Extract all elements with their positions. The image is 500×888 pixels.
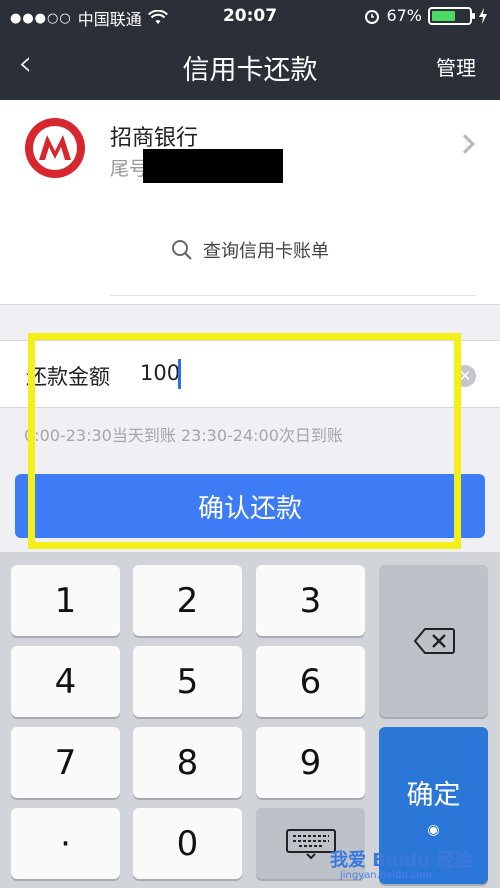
bank-logo-mark [33, 126, 77, 170]
numeric-keyboard: 1 2 3 4 5 6 7 8 9 确定 ◉ · 0 [0, 552, 500, 888]
key-1[interactable]: 1 [11, 565, 120, 636]
query-bill-link[interactable]: 查询信用卡账单 [0, 237, 500, 263]
search-icon [172, 240, 192, 260]
battery-icon [428, 6, 475, 25]
page-title: 信用卡还款 [182, 55, 318, 86]
bank-name[interactable]: 招商银行 [110, 120, 198, 152]
confirm-repay-button[interactable]: 确认还款 [15, 474, 485, 538]
key-6[interactable]: 6 [256, 646, 365, 717]
paw-icon: ◉ [427, 822, 440, 838]
card-number-redaction [143, 149, 283, 183]
key-7[interactable]: 7 [11, 727, 120, 798]
key-3[interactable]: 3 [256, 565, 365, 636]
watermark-logo: 我爱 Baidu 经验 [330, 850, 473, 871]
query-bill-label: 查询信用卡账单 [203, 241, 329, 262]
backspace-key[interactable] [379, 565, 488, 717]
backspace-icon [413, 628, 455, 654]
battery-fill [432, 10, 455, 21]
key-8[interactable]: 8 [133, 727, 242, 798]
status-right: 67% [364, 6, 488, 25]
key-dot[interactable]: · [11, 808, 120, 879]
bank-logo-icon[interactable] [25, 118, 85, 178]
ok-key-label: 确定 [406, 780, 461, 811]
chevron-right-icon[interactable] [455, 134, 475, 154]
amount-input[interactable]: 100 [140, 361, 180, 385]
battery-percent: 67% [386, 6, 422, 25]
top-bar: ●●●○○ 中国联通 20:07 67% ‹ 信用卡还款 管理 [0, 0, 500, 100]
amount-label: 还款金额 [26, 365, 110, 389]
charging-icon [479, 7, 487, 24]
key-2[interactable]: 2 [133, 565, 242, 636]
key-9[interactable]: 9 [256, 727, 365, 798]
manage-button[interactable]: 管理 [436, 52, 476, 81]
clear-icon[interactable]: ✕ [454, 365, 476, 387]
status-bar: ●●●○○ 中国联通 20:07 67% [0, 0, 500, 34]
watermark-url: jingyan.baidu.com [340, 870, 433, 881]
key-4[interactable]: 4 [11, 646, 120, 717]
bank-card-section: 招商银行 尾号 查询信用卡账单 [0, 100, 500, 305]
amount-field[interactable]: 还款金额 100 ✕ [0, 340, 500, 408]
alarm-icon [365, 9, 380, 24]
key-5[interactable]: 5 [133, 646, 242, 717]
key-0[interactable]: 0 [133, 808, 242, 879]
arrival-time-hint: 0:00-23:30当天到账 23:30-24:00次日到账 [24, 426, 343, 445]
keyboard-icon [285, 828, 336, 859]
text-caret [178, 359, 181, 389]
divider [110, 295, 476, 296]
